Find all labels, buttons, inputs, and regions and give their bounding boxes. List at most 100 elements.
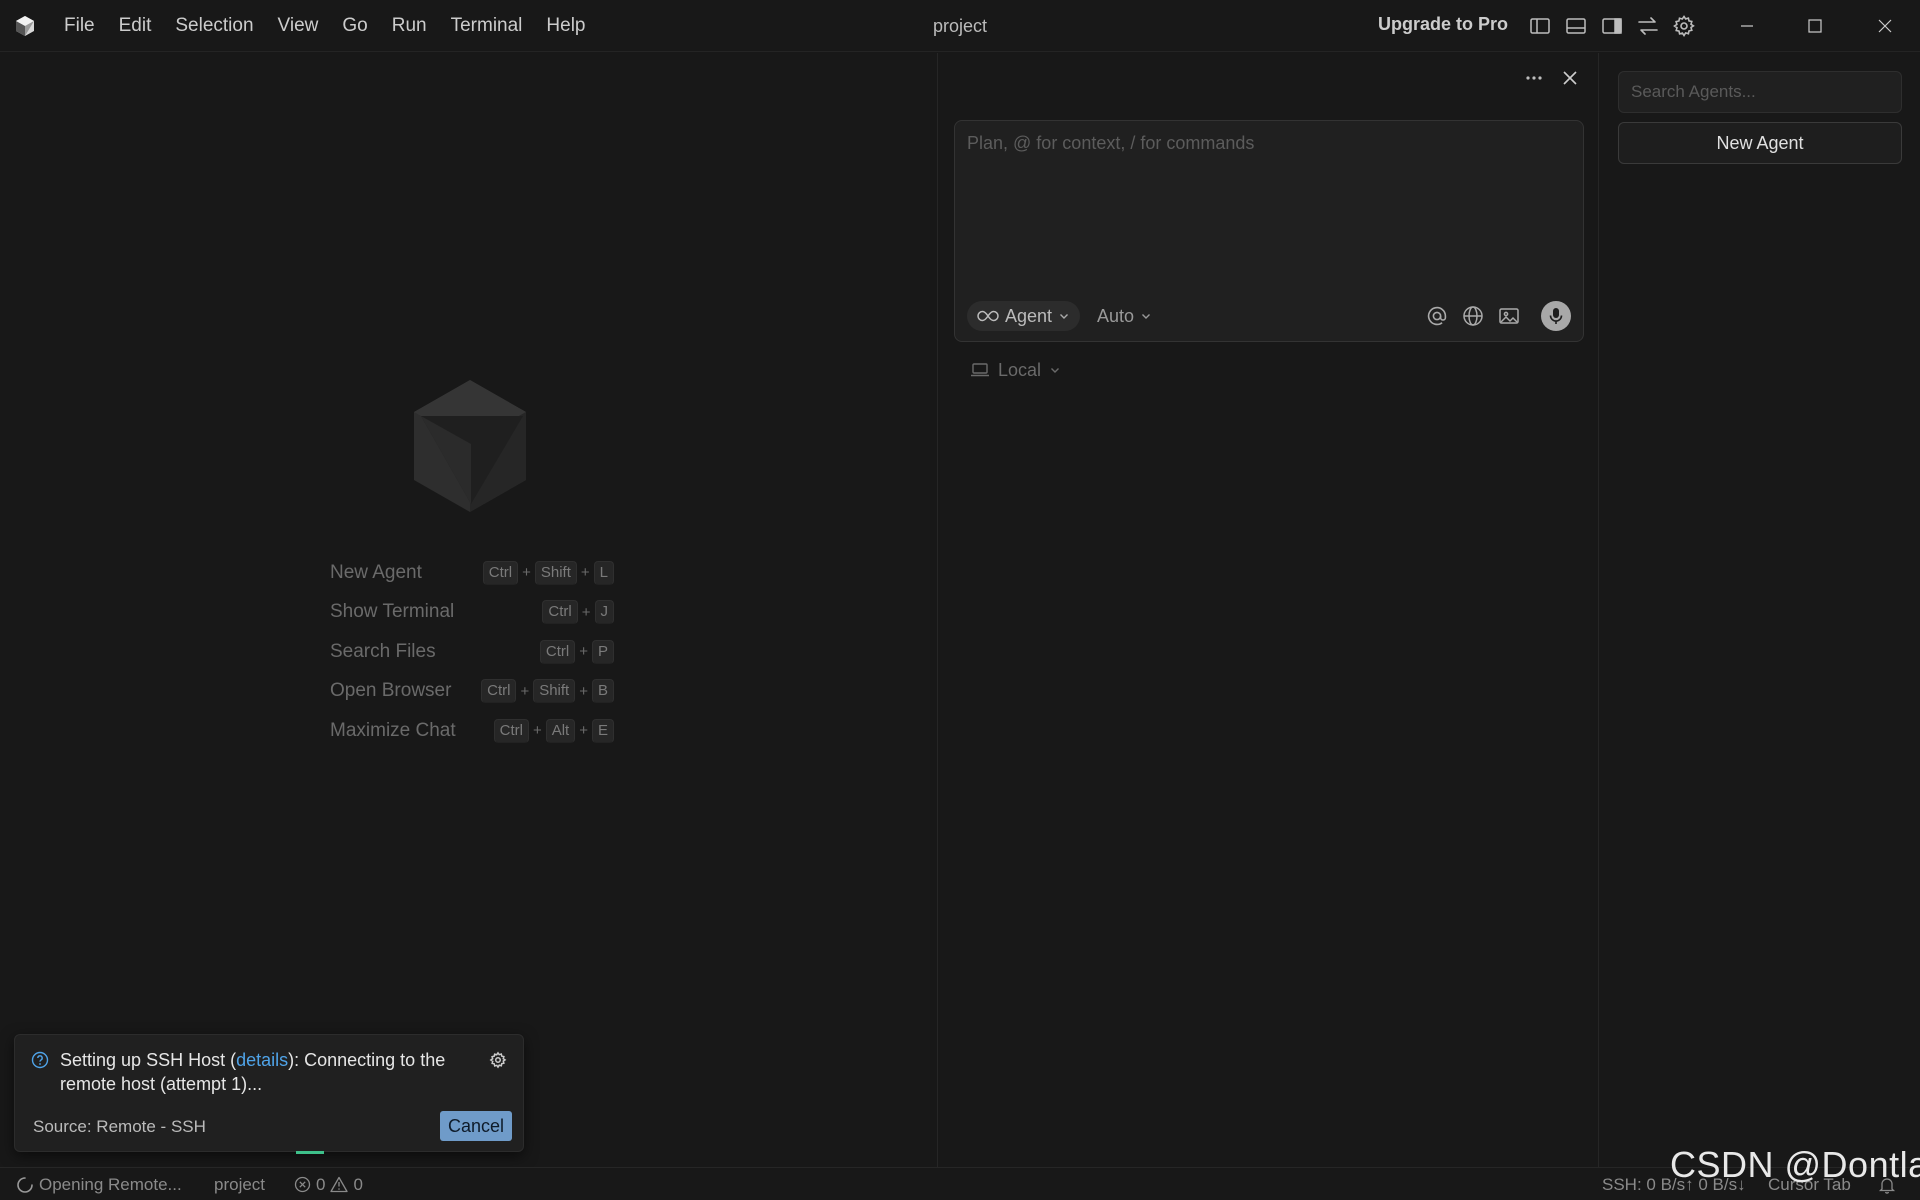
key-cap: E xyxy=(591,718,614,743)
key-plus: + xyxy=(520,682,530,700)
error-icon xyxy=(294,1176,311,1193)
menu-file[interactable]: File xyxy=(52,9,107,43)
more-actions-icon[interactable] xyxy=(1522,66,1546,90)
key-cap: Ctrl xyxy=(493,718,529,743)
model-select-dropdown[interactable]: Auto xyxy=(1097,301,1152,331)
menu-edit[interactable]: Edit xyxy=(107,9,164,43)
key-cap: J xyxy=(594,600,614,625)
globe-icon[interactable] xyxy=(1461,304,1485,328)
shortcut-show-terminal[interactable]: Show Terminal Ctrl + J xyxy=(330,593,614,633)
menu-run[interactable]: Run xyxy=(380,9,439,43)
app-logo-icon[interactable] xyxy=(14,15,36,37)
menu-view[interactable]: View xyxy=(266,9,331,43)
chevron-down-icon xyxy=(1060,314,1069,319)
toast-source: Source: Remote - SSH xyxy=(33,1117,206,1136)
close-icon xyxy=(1878,19,1892,33)
search-agents-input[interactable] xyxy=(1618,71,1902,113)
key-plus: + xyxy=(579,682,588,700)
agent-mode-label: Agent xyxy=(1005,305,1053,326)
new-agent-button[interactable]: New Agent xyxy=(1618,122,1902,164)
status-workspace[interactable]: project xyxy=(214,1168,265,1200)
model-select-label: Auto xyxy=(1097,305,1135,326)
key-cap: B xyxy=(591,679,614,704)
key-plus: + xyxy=(580,564,590,582)
toast-message: Setting up SSH Host (details): Connectin… xyxy=(60,1048,460,1096)
key-cap: Ctrl xyxy=(539,639,576,664)
agent-mode-dropdown[interactable]: Agent xyxy=(967,301,1081,331)
key-cap: L xyxy=(593,560,614,585)
window-minimize-button[interactable] xyxy=(1712,0,1782,52)
chat-input[interactable] xyxy=(967,133,1567,283)
window-title: project xyxy=(932,16,988,36)
image-icon[interactable] xyxy=(1497,304,1521,328)
mention-icon[interactable] xyxy=(1425,304,1449,328)
warning-icon xyxy=(330,1176,349,1193)
infinity-icon xyxy=(977,310,999,322)
microphone-icon xyxy=(1549,308,1563,324)
key-cap: Ctrl xyxy=(482,560,519,585)
csdn-watermark: CSDN @Dontla xyxy=(1670,1144,1920,1185)
toast-details-link[interactable]: details xyxy=(236,1050,288,1070)
environment-dropdown[interactable]: Local xyxy=(970,358,1061,382)
menu-go[interactable]: Go xyxy=(330,9,379,43)
shortcut-label: Show Terminal xyxy=(330,601,455,623)
shortcut-open-browser[interactable]: Open Browser Ctrl + Shift + B xyxy=(330,672,614,712)
shortcut-new-agent[interactable]: New Agent Ctrl + Shift + L xyxy=(330,553,614,593)
chat-composer: Agent Auto xyxy=(954,120,1584,342)
maximize-icon xyxy=(1808,19,1822,33)
progress-indicator xyxy=(296,1151,324,1154)
shortcut-label: Maximize Chat xyxy=(330,719,456,741)
toast-settings-gear-icon[interactable] xyxy=(489,1051,507,1069)
toggle-primary-sidebar-icon[interactable] xyxy=(1528,14,1552,38)
environment-label: Local xyxy=(998,359,1042,380)
minimize-icon xyxy=(1741,25,1753,27)
title-bar: File Edit Selection View Go Run Terminal… xyxy=(0,0,1920,52)
toggle-secondary-sidebar-icon[interactable] xyxy=(1600,14,1624,38)
key-plus: + xyxy=(581,603,591,621)
laptop-icon xyxy=(971,363,989,377)
key-plus: + xyxy=(579,722,588,740)
agents-sidebar xyxy=(1600,53,1920,1167)
menu-help[interactable]: Help xyxy=(534,9,597,43)
key-cap: Shift xyxy=(533,679,576,704)
toggle-panel-icon[interactable] xyxy=(1564,14,1588,38)
status-bar: Opening Remote... project 0 0 SSH: 0 B/s… xyxy=(0,1167,1920,1200)
key-cap: P xyxy=(591,639,614,664)
shortcut-search-files[interactable]: Search Files Ctrl + P xyxy=(330,632,614,672)
cancel-button[interactable]: Cancel xyxy=(440,1111,512,1141)
upgrade-to-pro-link[interactable]: Upgrade to Pro xyxy=(1378,14,1508,35)
warning-count: 0 xyxy=(353,1174,363,1194)
shortcut-hints: New Agent Ctrl + Shift + L Show Terminal… xyxy=(330,553,614,751)
error-count: 0 xyxy=(316,1174,326,1194)
shortcut-maximize-chat[interactable]: Maximize Chat Ctrl + Alt + E xyxy=(330,711,614,751)
key-plus: + xyxy=(532,722,542,740)
key-cap: Alt xyxy=(545,718,576,743)
menu-terminal[interactable]: Terminal xyxy=(439,9,535,43)
chevron-down-icon xyxy=(1051,368,1060,373)
voice-input-button[interactable] xyxy=(1541,301,1571,331)
status-remote-indicator[interactable]: Opening Remote... xyxy=(16,1168,182,1200)
shortcut-label: Search Files xyxy=(330,640,436,662)
cursor-watermark-icon xyxy=(409,376,531,516)
menu-bar: File Edit Selection View Go Run Terminal… xyxy=(52,0,598,52)
chevron-down-icon xyxy=(1142,314,1151,319)
menu-selection[interactable]: Selection xyxy=(163,9,265,43)
shortcut-label: Open Browser xyxy=(330,680,452,702)
key-cap: Ctrl xyxy=(481,679,517,704)
swap-icon[interactable] xyxy=(1636,14,1660,38)
info-icon xyxy=(31,1051,49,1069)
window-maximize-button[interactable] xyxy=(1780,0,1850,52)
toast-message-prefix: Setting up SSH Host ( xyxy=(60,1050,237,1070)
key-cap: Ctrl xyxy=(542,600,578,625)
key-plus: + xyxy=(522,564,531,582)
key-cap: Shift xyxy=(534,560,577,585)
window-close-button[interactable] xyxy=(1850,0,1920,52)
ssh-notification-toast: Setting up SSH Host (details): Connectin… xyxy=(14,1034,524,1152)
key-plus: + xyxy=(579,643,588,661)
status-problems[interactable]: 0 0 xyxy=(294,1168,363,1200)
settings-gear-icon[interactable] xyxy=(1672,14,1696,38)
shortcut-label: New Agent xyxy=(330,561,422,583)
close-chat-icon[interactable] xyxy=(1558,66,1582,90)
loading-spinner-icon xyxy=(17,1176,33,1193)
status-remote-label: Opening Remote... xyxy=(39,1174,182,1194)
